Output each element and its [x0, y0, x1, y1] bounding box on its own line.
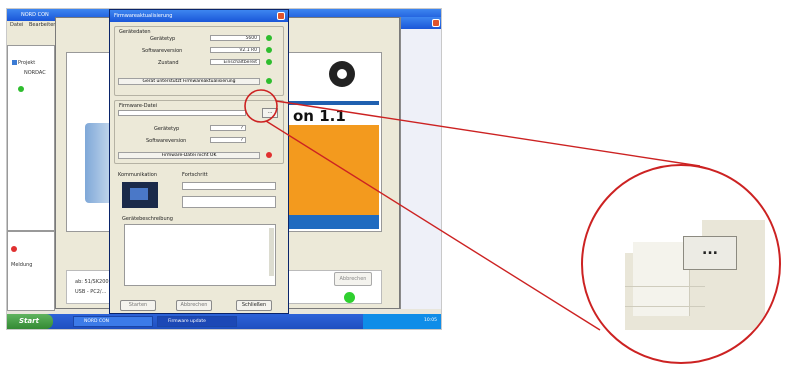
zoom-divider — [625, 286, 705, 287]
callout-line-top — [275, 100, 701, 167]
callout-line-bottom — [265, 120, 601, 331]
zoom-browse-button[interactable]: ... — [683, 236, 737, 270]
zoom-panel-inner — [633, 242, 690, 316]
highlight-ring — [244, 89, 278, 123]
zoom-divider — [625, 306, 705, 307]
zoom-magnifier: ... — [581, 164, 781, 364]
